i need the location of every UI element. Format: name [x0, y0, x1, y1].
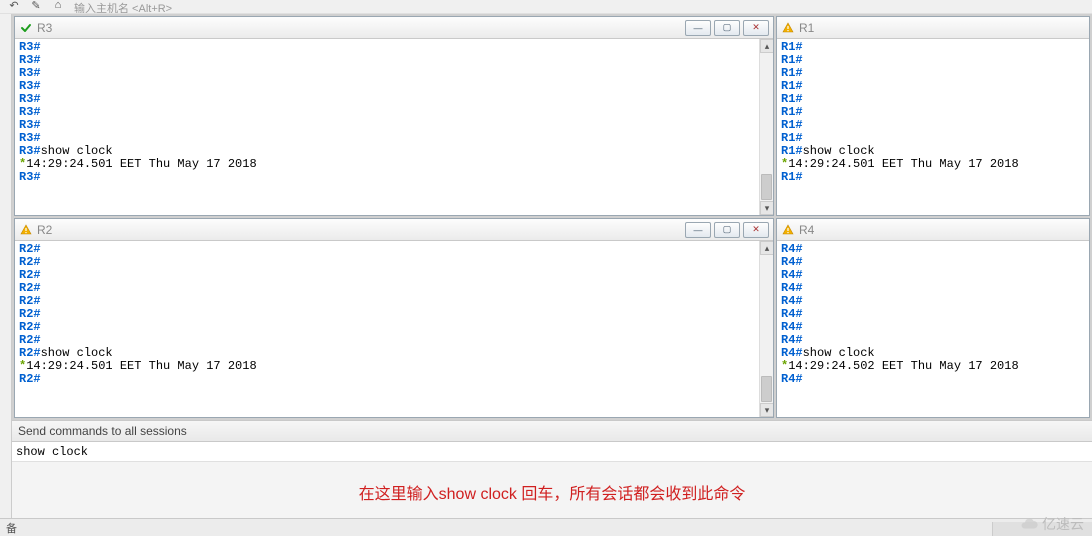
- pane-header[interactable]: R4: [777, 219, 1089, 241]
- maximize-button[interactable]: ▢: [714, 20, 740, 36]
- left-rail: [0, 14, 12, 536]
- pane-title: R1: [799, 21, 814, 35]
- pane-r3: R3 — ▢ ✕ R3# R3# R3# R3# R3# R3# R3# R3#…: [14, 16, 774, 216]
- terminal-body[interactable]: R2# R2# R2# R2# R2# R2# R2# R2# R2#show …: [15, 241, 773, 417]
- workspace-grid: R3 — ▢ ✕ R3# R3# R3# R3# R3# R3# R3# R3#…: [12, 14, 1092, 420]
- scroll-down-icon[interactable]: ▾: [760, 403, 773, 417]
- scrollbar[interactable]: ▴ ▾: [759, 241, 773, 417]
- terminal-output[interactable]: R1# R1# R1# R1# R1# R1# R1# R1# R1#show …: [777, 39, 1075, 215]
- terminal-output[interactable]: R3# R3# R3# R3# R3# R3# R3# R3# R3#show …: [15, 39, 759, 215]
- scroll-thumb[interactable]: [761, 174, 772, 200]
- minimize-button[interactable]: —: [685, 222, 711, 238]
- host-input-placeholder[interactable]: 输入主机名 <Alt+R>: [74, 0, 172, 14]
- scrollbar[interactable]: ▴ ▾: [759, 39, 773, 215]
- status-bar: 备: [0, 518, 1092, 536]
- warning-icon: [19, 223, 33, 237]
- watermark: 亿速云: [1020, 514, 1084, 534]
- pane-title: R2: [37, 223, 52, 237]
- toolbar-icon[interactable]: ⌂: [50, 0, 66, 10]
- terminal-body[interactable]: R1# R1# R1# R1# R1# R1# R1# R1# R1#show …: [777, 39, 1089, 215]
- scroll-up-icon[interactable]: ▴: [760, 39, 773, 53]
- status-text: 备: [6, 520, 17, 536]
- cloud-icon: [1020, 515, 1038, 533]
- pane-r4: R4 R4# R4# R4# R4# R4# R4# R4# R4# R4#sh…: [776, 218, 1090, 418]
- pane-title: R4: [799, 223, 814, 237]
- maximize-button[interactable]: ▢: [714, 222, 740, 238]
- toolbar-icon[interactable]: ✎: [28, 0, 44, 10]
- toolbar-icon[interactable]: ↶: [6, 0, 22, 10]
- minimize-button[interactable]: —: [685, 20, 711, 36]
- pane-header[interactable]: R2 — ▢ ✕: [15, 219, 773, 241]
- send-commands-section: Send commands to all sessions: [12, 420, 1092, 462]
- terminal-body[interactable]: R4# R4# R4# R4# R4# R4# R4# R4# R4#show …: [777, 241, 1089, 417]
- terminal-output[interactable]: R2# R2# R2# R2# R2# R2# R2# R2# R2#show …: [15, 241, 759, 417]
- close-button[interactable]: ✕: [743, 20, 769, 36]
- warning-icon: [781, 21, 795, 35]
- pane-header[interactable]: R1: [777, 17, 1089, 39]
- scroll-thumb[interactable]: [761, 376, 772, 402]
- pane-r1: R1 R1# R1# R1# R1# R1# R1# R1# R1# R1#sh…: [776, 16, 1090, 216]
- warning-icon: [781, 223, 795, 237]
- annotation-text: 在这里输入show clock 回车，所有会话都会收到此命令: [12, 480, 1092, 504]
- watermark-text: 亿速云: [1042, 514, 1084, 534]
- pane-title: R3: [37, 21, 52, 35]
- pane-r2: R2 — ▢ ✕ R2# R2# R2# R2# R2# R2# R2# R2#…: [14, 218, 774, 418]
- toolbar: ↶ ✎ ⌂ 输入主机名 <Alt+R>: [0, 0, 1092, 14]
- check-icon: [19, 21, 33, 35]
- scroll-down-icon[interactable]: ▾: [760, 201, 773, 215]
- pane-header[interactable]: R3 — ▢ ✕: [15, 17, 773, 39]
- close-button[interactable]: ✕: [743, 222, 769, 238]
- terminal-output[interactable]: R4# R4# R4# R4# R4# R4# R4# R4# R4#show …: [777, 241, 1075, 417]
- terminal-body[interactable]: R3# R3# R3# R3# R3# R3# R3# R3# R3#show …: [15, 39, 773, 215]
- send-commands-input[interactable]: [12, 442, 1092, 461]
- scroll-up-icon[interactable]: ▴: [760, 241, 773, 255]
- send-commands-header: Send commands to all sessions: [12, 420, 1092, 442]
